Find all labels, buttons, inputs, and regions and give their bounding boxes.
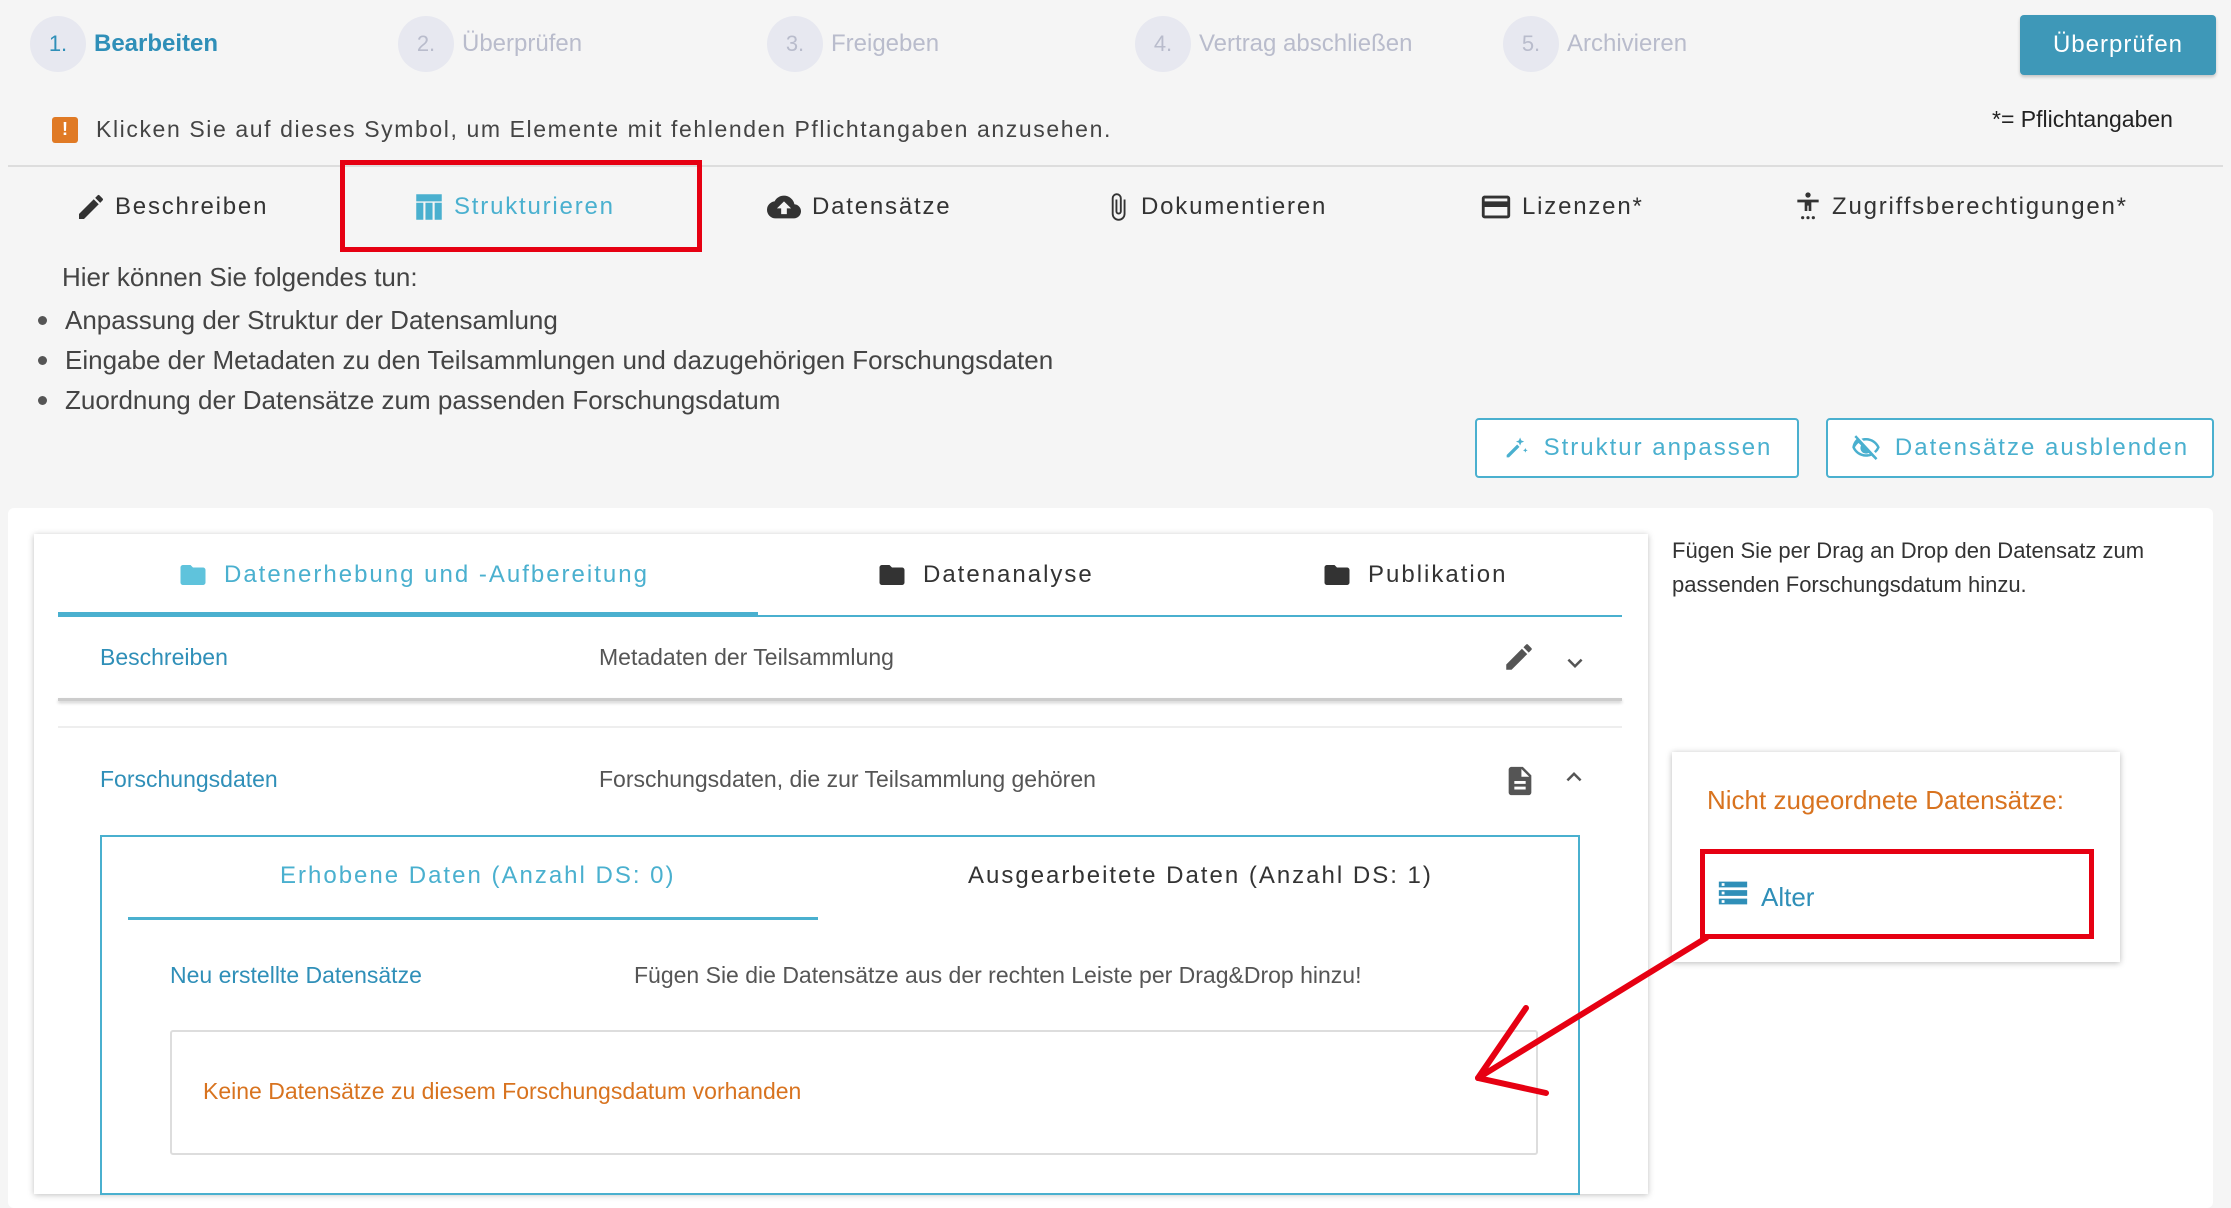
drag-arrow-annotation bbox=[1475, 935, 1709, 1096]
